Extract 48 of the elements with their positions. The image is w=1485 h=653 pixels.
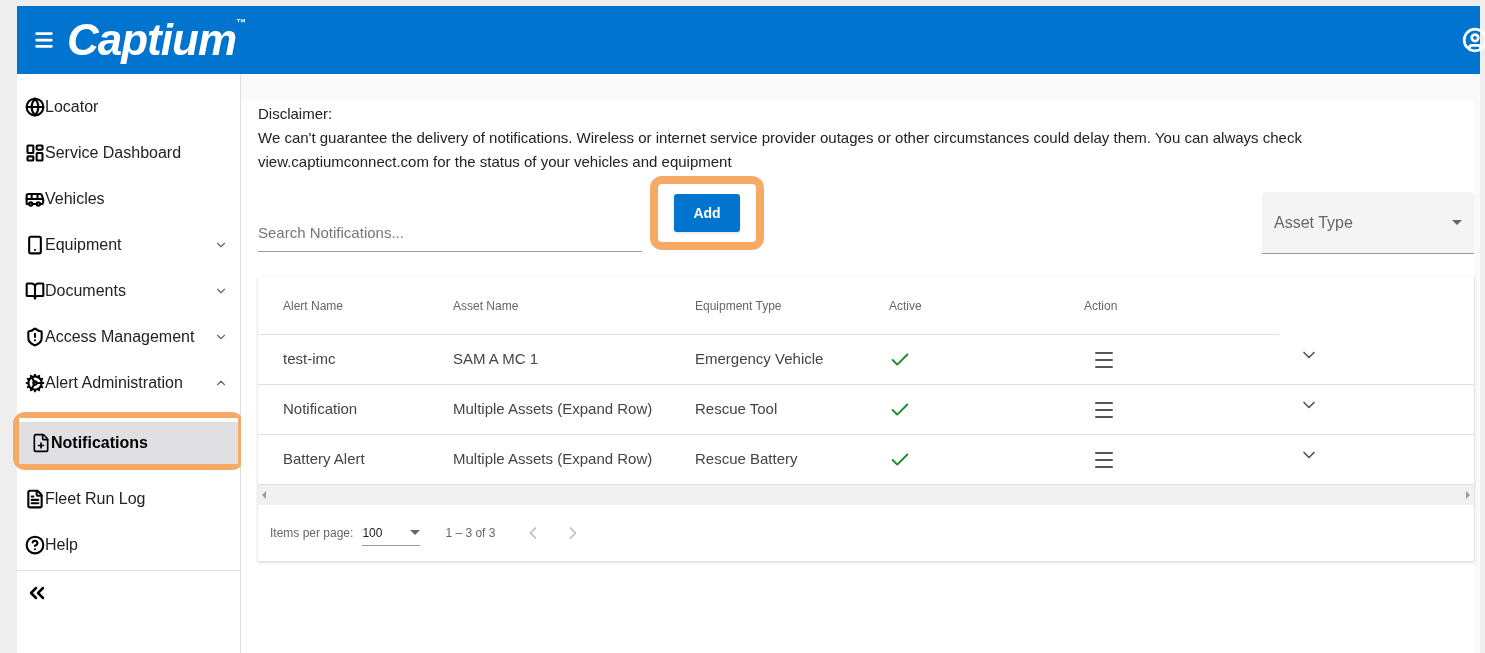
disclaimer-text: We can't guarantee the delivery of notifications. Wireless or internet service provider outages or other circumstances could delay them. You can always check view.captiumconnect.com for the status of your vehicles and equipment bbox=[258, 128, 1303, 172]
nav-item-icon bbox=[25, 373, 45, 393]
page-size-select[interactable]: 100 bbox=[362, 520, 421, 546]
table-cell-text: test-imc bbox=[282, 349, 337, 370]
logo: Captium™ bbox=[67, 18, 245, 62]
column-header: Active bbox=[889, 297, 923, 315]
nav-item-icon bbox=[25, 489, 45, 509]
table-cell-text: Emergency Vehicle bbox=[695, 349, 825, 370]
nav-item[interactable]: Fleet Run Log bbox=[17, 476, 240, 522]
nav-item[interactable]: Vehicles bbox=[17, 176, 240, 222]
page-range: 1 – 3 of 3 bbox=[445, 525, 496, 542]
nav-item[interactable]: Equipment bbox=[17, 222, 240, 268]
nav-item-icon bbox=[25, 281, 45, 301]
items-per-page-label: Items per page: bbox=[270, 525, 354, 542]
add-button[interactable]: Add bbox=[674, 194, 740, 232]
column-header: Asset Name bbox=[453, 297, 520, 315]
nav-item[interactable]: Help bbox=[17, 522, 240, 568]
column-header: Action bbox=[1084, 297, 1119, 315]
nav-item[interactable]: Locator bbox=[17, 84, 240, 130]
nav-item-icon bbox=[25, 535, 45, 555]
nav-item-icon bbox=[25, 97, 45, 117]
nav-subitem[interactable]: Notifications bbox=[19, 418, 238, 464]
table-row[interactable]: Notification Multiple Assets (Expand Row) Rescue Tool bbox=[258, 385, 1474, 435]
table-cell-text: Rescue Battery bbox=[695, 449, 799, 470]
table-cell-text: Multiple Assets (Expand Row) bbox=[453, 399, 654, 420]
search-field[interactable]: Search Notifications... bbox=[258, 216, 642, 252]
nav-item[interactable]: Access Management bbox=[17, 314, 240, 360]
menu-icon[interactable] bbox=[33, 29, 55, 51]
table-cell-text: Rescue Tool bbox=[695, 399, 779, 420]
disclaimer-title: Disclaimer: bbox=[258, 104, 334, 124]
table-cell-text: Multiple Assets (Expand Row) bbox=[453, 449, 654, 470]
table-cell-text: Battery Alert bbox=[282, 449, 366, 470]
dropdown-arrow-icon bbox=[1452, 220, 1462, 225]
document-plus-icon bbox=[31, 433, 51, 453]
nav-item-icon bbox=[25, 143, 45, 163]
column-header: Alert Name bbox=[282, 297, 345, 315]
table-cell-text: Notification bbox=[282, 399, 359, 420]
nav-item[interactable]: Documents bbox=[17, 268, 240, 314]
table-row[interactable]: test-imc SAM A MC 1 Emergency Vehicle bbox=[258, 335, 1474, 385]
asset-type-select[interactable]: Asset Type bbox=[1262, 192, 1474, 254]
nav-item[interactable]: Service Dashboard bbox=[17, 130, 240, 176]
nav-item-icon bbox=[25, 235, 45, 255]
dropdown-arrow-icon bbox=[410, 530, 421, 535]
user-icon[interactable] bbox=[1462, 27, 1485, 53]
column-header: Equipment Type bbox=[695, 297, 783, 315]
nav-item-icon bbox=[25, 327, 45, 347]
table-cell-text: SAM A MC 1 bbox=[453, 349, 540, 370]
nav-item[interactable]: Alert Administration bbox=[17, 360, 240, 406]
